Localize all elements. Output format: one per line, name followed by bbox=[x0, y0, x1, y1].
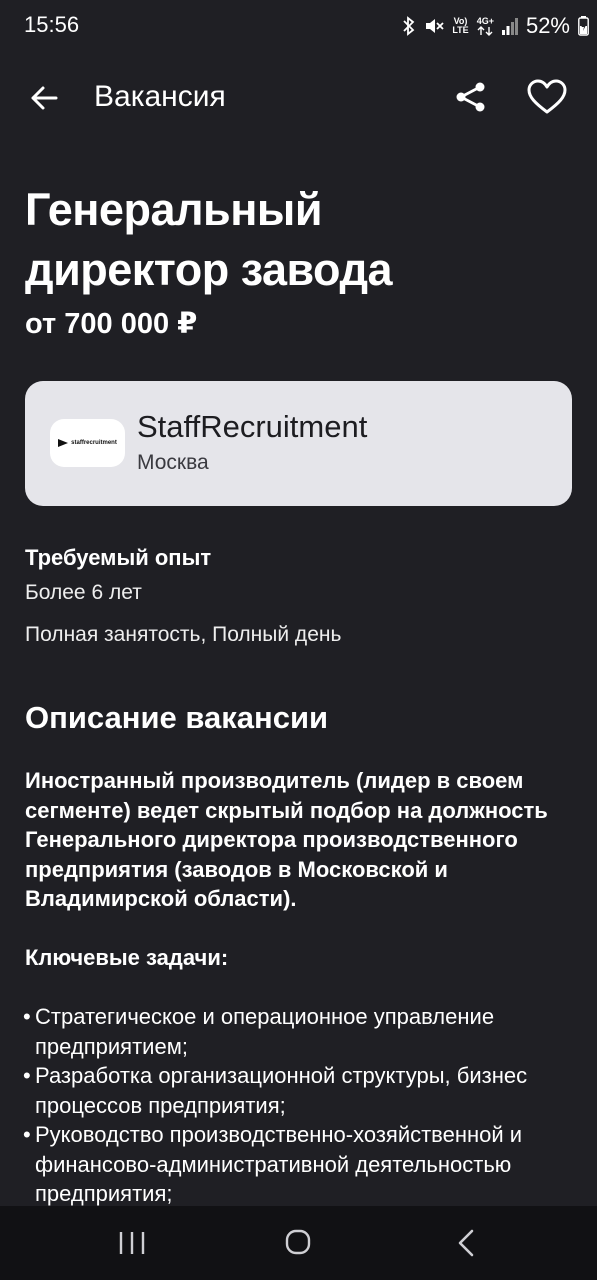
company-city: Москва bbox=[137, 451, 209, 474]
bullet: • bbox=[23, 1122, 31, 1147]
recents-icon bbox=[118, 1230, 146, 1261]
home-icon bbox=[284, 1228, 312, 1261]
logo-triangle-icon bbox=[58, 439, 69, 447]
tasks-heading: Ключевые задачи: bbox=[25, 945, 229, 970]
back-button[interactable] bbox=[22, 78, 66, 122]
job-title: Генеральный директор завода bbox=[25, 180, 575, 300]
task-text: Разработка организационной структуры, би… bbox=[35, 1063, 528, 1118]
description-intro: Иностранный производитель (лидер в своем… bbox=[25, 768, 548, 911]
status-time: 15:56 bbox=[24, 12, 80, 37]
experience-value: Более 6 лет bbox=[25, 581, 142, 604]
list-item: • Разработка организационной структуры, … bbox=[23, 1061, 580, 1120]
vacancy-header: Генеральный директор завода от 700 000 ₽ bbox=[25, 180, 575, 342]
back-arrow-icon bbox=[29, 83, 59, 118]
job-title-line-2: директор завода bbox=[25, 244, 393, 295]
employment-type: Полная занятость, Полный день bbox=[25, 623, 342, 646]
back-icon bbox=[455, 1229, 477, 1262]
task-text: Руководство производственно-хозяйственно… bbox=[35, 1122, 523, 1206]
description-heading: Описание вакансии bbox=[25, 700, 329, 735]
list-item: • Руководство производственно-хозяйствен… bbox=[23, 1120, 580, 1209]
share-button[interactable] bbox=[448, 76, 494, 122]
system-nav-bar bbox=[0, 1206, 597, 1280]
status-icons: Vo) LTE 4G+ 52% bbox=[402, 12, 589, 40]
share-icon bbox=[454, 80, 488, 119]
signal-icon bbox=[501, 17, 518, 35]
nav-back-button[interactable] bbox=[444, 1228, 488, 1262]
logo-text: staffrecruitment bbox=[71, 440, 117, 446]
app-bar: Вакансия bbox=[0, 60, 597, 136]
status-bar: 15:56 Vo) LTE 4G+ 52% bbox=[0, 0, 597, 52]
recents-button[interactable] bbox=[110, 1228, 154, 1262]
4g-icon: 4G+ bbox=[477, 16, 494, 36]
company-logo: staffrecruitment bbox=[50, 419, 125, 467]
task-text: Стратегическое и операционное управление… bbox=[35, 1004, 495, 1059]
job-title-line-1: Генеральный bbox=[25, 184, 323, 235]
company-name: StaffRecruitment bbox=[137, 409, 368, 444]
bullet: • bbox=[23, 1063, 31, 1088]
bullet: • bbox=[23, 1004, 31, 1029]
mute-icon bbox=[424, 16, 444, 36]
description-body: Иностранный производитель (лидер в своем… bbox=[23, 766, 580, 1209]
heart-icon bbox=[527, 79, 567, 120]
company-card[interactable]: staffrecruitment StaffRecruitment Москва bbox=[25, 381, 572, 506]
bluetooth-icon bbox=[402, 16, 416, 36]
battery-percent: 52% bbox=[525, 13, 570, 38]
task-list: • Стратегическое и операционное управлен… bbox=[23, 1002, 580, 1209]
battery-icon bbox=[578, 16, 589, 36]
volte-icon: Vo) LTE bbox=[452, 16, 469, 35]
favorite-button[interactable] bbox=[522, 74, 572, 124]
experience-label: Требуемый опыт bbox=[25, 545, 212, 570]
home-button[interactable] bbox=[276, 1226, 320, 1262]
page-title: Вакансия bbox=[94, 80, 226, 113]
list-item: • Стратегическое и операционное управлен… bbox=[23, 1002, 580, 1061]
salary: от 700 000 ₽ bbox=[25, 308, 198, 340]
